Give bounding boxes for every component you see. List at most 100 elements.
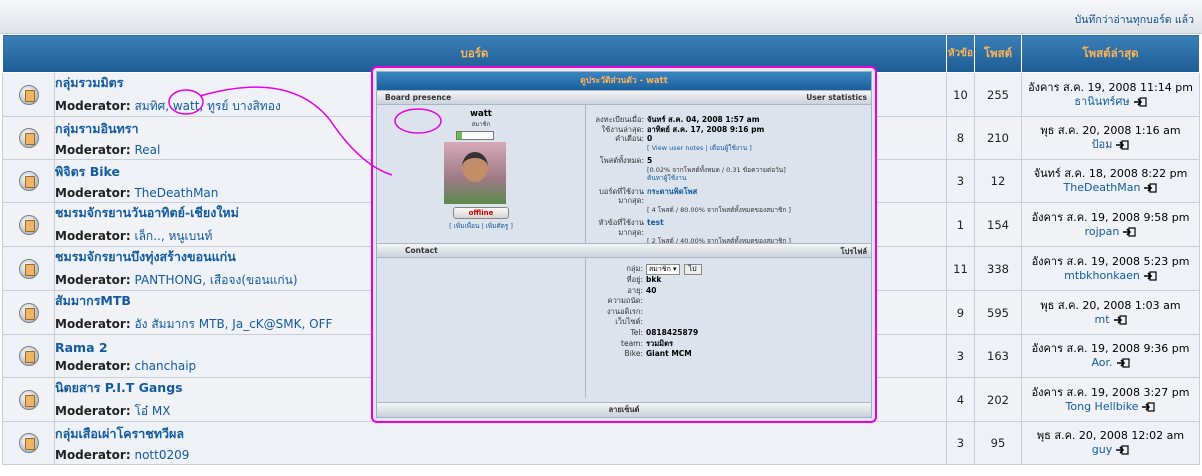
folder-icon [18, 433, 39, 453]
profile-field-row: ความถนัด: [607, 296, 643, 306]
post-count: 154 [974, 202, 1022, 247]
search-user-posts-link[interactable]: ค้นหาผู้ใช้งาน [647, 174, 686, 182]
go-to-last-post-icon[interactable] [1115, 445, 1129, 455]
moderator-links[interactable]: chanchaip [134, 359, 196, 373]
warnings-value: 0 [647, 134, 653, 143]
moderator-links[interactable]: TheDeathMan [134, 186, 218, 200]
profile-field-row: ที่อยู่: bkk [626, 275, 662, 285]
forum-name-link[interactable]: กลุ่มเสือเผ่าโคราชทวีผล [55, 424, 946, 444]
last-post-user-link[interactable]: ธานินทร์ศษ [1074, 95, 1129, 108]
profile-field-row: Tel: 0818425879 [630, 328, 699, 338]
go-to-last-post-icon[interactable] [1143, 183, 1158, 193]
profile-title: ดูประวัติส่วนตัว - watt [377, 72, 871, 90]
moderator-links[interactable]: Real [134, 143, 160, 157]
go-to-last-post-icon[interactable] [1115, 140, 1130, 150]
go-to-last-post-icon[interactable] [1113, 314, 1127, 325]
last-post-date: อังคาร ส.ค. 19, 2008 3:27 pm [1031, 385, 1190, 399]
mark-all-read-link[interactable]: บันทึกว่าอ่านทุกบอร์ด แล้ว [1075, 11, 1194, 28]
forum-status-icon-cell [2, 246, 55, 291]
last-post-user-link[interactable]: ป้อม [1092, 138, 1113, 151]
profile-field-row: เว็บไซต์: [615, 317, 643, 327]
profile-field-row: อายุ: 40 [627, 285, 657, 295]
moderators: Moderator: nott0209 [55, 448, 190, 462]
most-active-board-link[interactable]: กระดานพิดโพส [647, 187, 697, 206]
post-count: 12 [974, 159, 1022, 203]
last-post: จันทร์ ส.ค. 18, 2008 8:22 pm TheDeathMan [1021, 159, 1200, 203]
folder-icon [18, 302, 39, 323]
folder-icon [18, 389, 39, 410]
profile-rows: ที่อยู่: bkk อายุ: 40 ความถนัด: งานอดิเรก: เว็… [597, 275, 871, 360]
profile-field-row: Bike: Giant MCM [624, 349, 692, 359]
go-to-last-post-icon[interactable] [1116, 358, 1130, 368]
profile-rank: สมาชิก [471, 121, 491, 128]
user-statistics-heading: User statistics [806, 93, 867, 102]
col-topics: หัวข้อ [945, 34, 976, 73]
last-post-user-link[interactable]: Aor. [1091, 356, 1112, 369]
last-post-user-link[interactable]: Tong Hellbike [1066, 400, 1139, 413]
moderator-links[interactable]: PANTHONG, เสือจง(ขอนแก่น) [134, 273, 297, 287]
profile-heading: โปรไฟล์ [840, 247, 868, 256]
last-post-date: พุธ ส.ค. 20, 2008 1:16 am [1040, 124, 1181, 137]
profile-field-row: team: รวมมิตร [621, 338, 674, 348]
last-post: พุธ ส.ค. 20, 2008 1:03 am mt [1021, 290, 1200, 335]
folder-icon [18, 258, 39, 279]
go-to-last-post-icon[interactable] [1122, 226, 1136, 237]
post-count: 595 [974, 290, 1022, 335]
post-count: 202 [974, 377, 1022, 422]
last-post: อังคาร ส.ค. 19, 2008 3:27 pm Tong Hellbik… [1021, 377, 1200, 422]
board-presence-heading: Board presence [385, 93, 452, 102]
friend-foe-links[interactable]: [ เพิ่มเพื่อน | เพิ่มศัตรู ] [377, 221, 585, 231]
profile-popup: ดูประวัติส่วนตัว - watt Board presence U… [371, 66, 877, 423]
last-post-date: พุธ ส.ค. 20, 2008 12:02 am [1036, 429, 1185, 442]
topic-count: 4 [945, 377, 976, 422]
profile-username: watt [470, 109, 492, 119]
forum-status-icon-cell [2, 159, 55, 203]
presence-column: watt สมาชิก offline [ เพิ่มเพื่อน | เพิ่… [377, 105, 585, 231]
profile-top-section: watt สมาชิก offline [ เพิ่มเพื่อน | เพิ่… [377, 105, 871, 245]
forum-status-icon-cell [2, 421, 55, 465]
go-button[interactable]: ไป [683, 264, 702, 275]
col-last-post: โพสต์ล่าสุด [1021, 34, 1200, 73]
go-to-last-post-icon[interactable] [1133, 96, 1147, 107]
folder-icon [18, 214, 39, 235]
moderator-links[interactable]: nott0209 [134, 448, 189, 462]
moderator-links[interactable]: โอ๋ MX [134, 404, 170, 418]
top-bar: บันทึกว่าอ่านทุกบอร์ด แล้ว [0, 0, 1202, 34]
last-post-user-link[interactable]: mt [1094, 313, 1109, 326]
last-post-date: พุธ ส.ค. 20, 2008 1:03 am [1040, 298, 1181, 312]
profile-section-header: Board presence User statistics [377, 90, 871, 105]
last-post-user-link[interactable]: guy [1092, 443, 1112, 456]
last-post-user-link[interactable]: TheDeathMan [1064, 181, 1141, 194]
group-select[interactable]: สมาชิก ▾ [646, 264, 680, 275]
forum-status-icon-cell [2, 334, 55, 378]
go-to-last-post-icon[interactable] [1143, 270, 1157, 281]
post-count: 95 [974, 421, 1022, 465]
forum-row: กลุ่มเสือเผ่าโคราชทวีผล Moderator: nott02… [2, 421, 1200, 465]
last-post-user-link[interactable]: rojpan [1085, 225, 1120, 238]
avatar [444, 142, 506, 204]
last-post: อังคาร ส.ค. 19, 2008 9:58 pm rojpan [1021, 202, 1200, 247]
forum-status-icon-cell [2, 377, 55, 422]
last-post: พุธ ส.ค. 20, 2008 1:16 am ป้อม [1021, 116, 1200, 160]
forum-status-icon-cell [2, 202, 55, 247]
topic-count: 11 [945, 246, 976, 291]
folder-icon [18, 128, 39, 148]
moderator-links[interactable]: เล็ก.., หนูเบนท์ [134, 229, 212, 243]
go-to-last-post-icon[interactable] [1141, 401, 1156, 412]
moderator-links[interactable]: สมทิศ, watt, ทูรย์ บางสิทอง [134, 99, 280, 113]
most-active-topic-link[interactable]: test [647, 218, 664, 237]
forum-status-icon-cell [2, 72, 55, 117]
topic-count: 9 [945, 290, 976, 335]
last-post: อังคาร ส.ค. 19, 2008 5:23 pm mtbkhonkaen [1021, 246, 1200, 291]
topic-count: 1 [945, 202, 976, 247]
last-post-date: อังคาร ส.ค. 19, 2008 9:36 pm [1031, 342, 1190, 355]
last-post-user-link[interactable]: mtbkhonkaen [1064, 269, 1140, 282]
profile-panel: ดูประวัติส่วนตัว - watt Board presence U… [376, 71, 872, 418]
profile-bottom-section: กลุ่ม: สมาชิก ▾ ไป ที่อยู่: bkk อายุ: 40 ความ… [377, 258, 871, 398]
rank-bar [456, 131, 494, 140]
last-post-date: อังคาร ส.ค. 19, 2008 5:23 pm [1031, 254, 1190, 268]
profile-fields: กลุ่ม: สมาชิก ▾ ไป ที่อยู่: bkk อายุ: 40 ความ… [597, 264, 871, 360]
topic-count: 3 [945, 159, 976, 203]
warning-links[interactable]: [ View user notes | เตือนผู้ใช้งาน ] [647, 144, 752, 152]
moderator-links[interactable]: อัง สัมมากร MTB, Ja_cK@SMK, OFF [134, 317, 332, 331]
